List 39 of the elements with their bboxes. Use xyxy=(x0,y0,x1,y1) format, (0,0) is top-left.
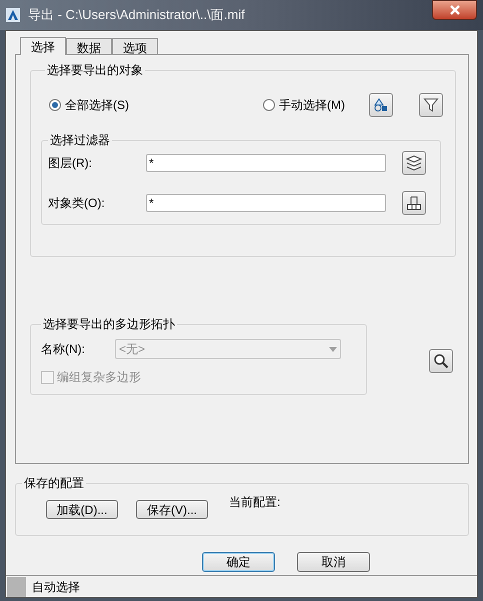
search-button[interactable] xyxy=(429,349,453,373)
dialog-button[interactable]: 取消 xyxy=(297,552,370,572)
radio-label: 手动选择(M) xyxy=(279,97,345,114)
input-field[interactable]: * xyxy=(146,154,386,172)
radio-button[interactable] xyxy=(263,99,275,111)
tab[interactable]: 数据 xyxy=(66,38,112,54)
group-title: 选择过滤器 xyxy=(49,132,111,149)
group-title: 选择要导出的对象 xyxy=(46,62,144,79)
tab[interactable]: 选项 xyxy=(112,38,158,54)
icon-button[interactable] xyxy=(402,151,426,175)
status-text: 自动选择 xyxy=(32,578,80,596)
close-icon xyxy=(450,5,460,15)
window-title: 导出 - C:\Users\Administrator\..\面.mif xyxy=(28,6,245,24)
current-config-label: 当前配置: xyxy=(229,494,280,511)
tab[interactable]: 选择 xyxy=(20,37,66,55)
filter-icon xyxy=(423,97,439,113)
dropdown-arrow-icon xyxy=(329,346,337,352)
icon-button[interactable] xyxy=(369,93,393,117)
shapes-icon xyxy=(373,97,389,113)
input-field[interactable]: * xyxy=(146,194,386,212)
field-label: 图层(R): xyxy=(48,155,93,172)
close-button[interactable] xyxy=(432,0,477,20)
app-logo-icon xyxy=(6,8,20,22)
dialog-button[interactable]: 确定 xyxy=(202,552,275,572)
radio-button[interactable] xyxy=(49,99,61,111)
radio-label: 全部选择(S) xyxy=(65,97,129,114)
field-label: 名称(N): xyxy=(41,341,86,358)
field-label: 对象类(O): xyxy=(48,195,106,212)
layers-icon xyxy=(405,155,423,171)
status-swatch-icon xyxy=(7,576,26,596)
blocks-icon xyxy=(406,195,422,211)
config-button[interactable]: 保存(V)... xyxy=(136,500,208,519)
config-button[interactable]: 加载(D)... xyxy=(46,500,118,519)
checkbox-label: 编组复杂多边形 xyxy=(57,369,141,386)
group-title: 选择要导出的多边形拓扑 xyxy=(42,316,176,333)
group-title: 保存的配置 xyxy=(23,475,85,492)
filter-button[interactable] xyxy=(419,93,443,117)
icon-button[interactable] xyxy=(402,191,426,215)
search-icon xyxy=(433,353,449,369)
